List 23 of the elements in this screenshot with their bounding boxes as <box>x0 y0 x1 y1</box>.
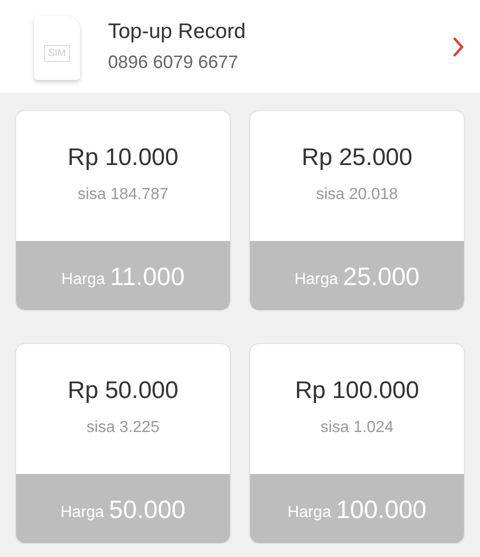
price-value: 11.000 <box>110 263 185 292</box>
package-amount: Rp 10.000 <box>68 144 178 172</box>
package-card[interactable]: Rp 100.000 sisa 1.024 Harga 100.000 <box>249 343 465 544</box>
phone-number: 0896 6079 6677 <box>108 52 240 73</box>
package-card[interactable]: Rp 25.000 sisa 20.018 Harga 25.000 <box>249 110 465 311</box>
chevron-right-icon <box>452 36 464 58</box>
remaining-count: sisa 184.787 <box>78 186 168 204</box>
price-label: Harga <box>288 504 332 522</box>
price-label: Harga <box>60 504 104 522</box>
price-value: 100.000 <box>336 496 426 525</box>
remaining-count: sisa 20.018 <box>316 186 398 204</box>
package-amount: Rp 25.000 <box>302 144 412 172</box>
package-amount: Rp 100.000 <box>294 377 420 405</box>
package-amount: Rp 50.000 <box>68 377 178 405</box>
price-label: Harga <box>61 270 105 288</box>
price-value: 50.000 <box>109 496 186 525</box>
package-card[interactable]: Rp 50.000 sisa 3.225 Harga 50.000 <box>15 343 231 544</box>
remaining-count: sisa 1.024 <box>320 419 394 437</box>
package-card[interactable]: Rp 10.000 sisa 184.787 Harga 11.000 <box>15 110 231 311</box>
record-title: Top-up Record <box>108 20 247 44</box>
price-value: 25.000 <box>343 263 420 292</box>
price-label: Harga <box>294 270 338 288</box>
remaining-count: sisa 3.225 <box>86 419 160 437</box>
